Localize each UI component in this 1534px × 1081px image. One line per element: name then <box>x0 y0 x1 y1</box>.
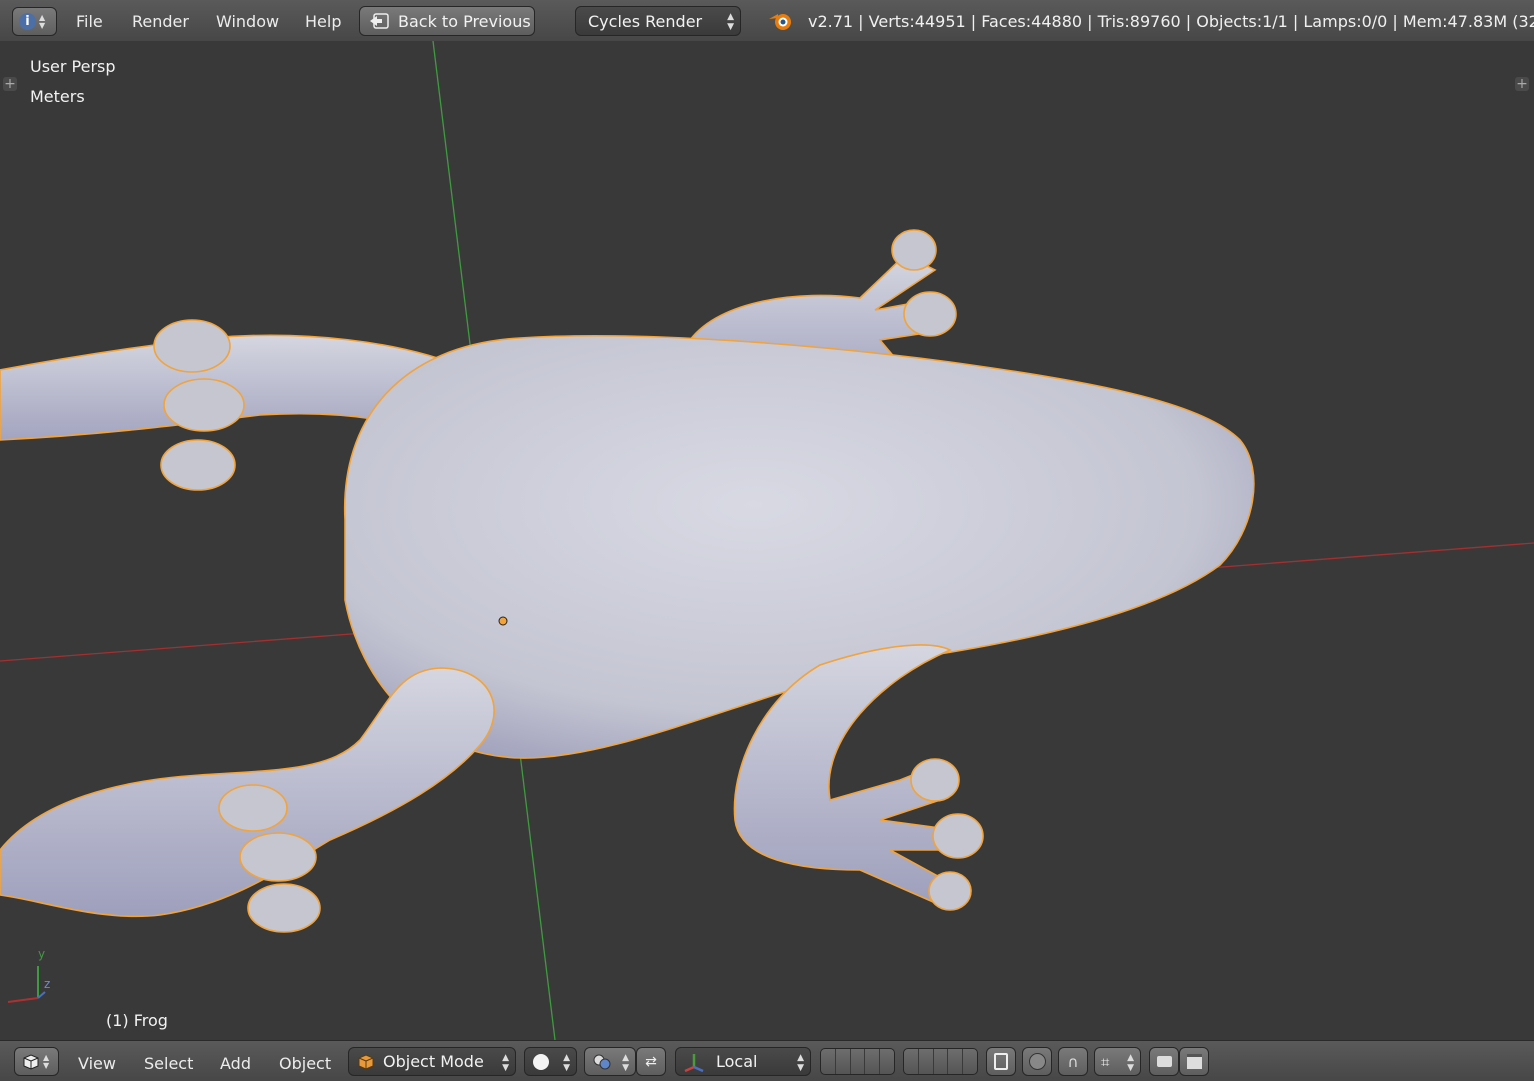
proportional-edit-button[interactable]: ∩ <box>1058 1047 1088 1076</box>
layer-icon <box>851 1049 866 1074</box>
chevron-updown-icon: ▲ ▼ <box>502 1053 509 1073</box>
chevron-updown-icon: ▲ ▼ <box>727 12 734 32</box>
chevron-updown-icon: ▲ ▼ <box>563 1053 570 1073</box>
object-origin[interactable] <box>498 616 508 626</box>
camera-icon <box>1156 1056 1172 1067</box>
chevron-updown-icon: ▲ ▼ <box>622 1053 629 1073</box>
scene-canvas <box>0 41 1534 1040</box>
active-object-label: (1) Frog <box>106 1011 168 1030</box>
frog-mesh[interactable] <box>0 229 1255 933</box>
menu-render[interactable]: Render <box>132 12 189 31</box>
layer-icon <box>934 1049 949 1074</box>
transform-orientation-dropdown[interactable]: Local ▲ ▼ <box>675 1047 811 1076</box>
pivot-point-dropdown[interactable]: ▲ ▼ <box>584 1047 636 1076</box>
magnet-icon: ∩ <box>1067 1052 1079 1071</box>
blender-logo-icon <box>769 14 791 30</box>
menu-file[interactable]: File <box>76 12 103 31</box>
info-header: i ▲ ▼ File Render Window Help Back to Pre… <box>0 0 1534 42</box>
layer-buttons-right[interactable] <box>903 1048 978 1075</box>
axis-z-label: z <box>44 977 51 991</box>
lock-layers-button[interactable] <box>986 1047 1016 1076</box>
layer-buttons-left[interactable] <box>820 1048 895 1075</box>
layer-icon <box>948 1049 964 1074</box>
transform-orientation-label: Local <box>716 1052 758 1071</box>
transform-axis-icon <box>684 1053 704 1072</box>
lock-icon <box>994 1053 1008 1070</box>
chevron-updown-icon: ▲ ▼ <box>43 1052 50 1070</box>
layer-icon <box>904 1049 919 1074</box>
3d-view-icon <box>23 1053 39 1070</box>
manipulator-icon: ⇄ <box>645 1053 657 1070</box>
menu-window[interactable]: Window <box>216 12 279 31</box>
clapperboard-icon <box>1186 1054 1202 1069</box>
solid-shading-icon <box>533 1053 549 1070</box>
render-circle-icon <box>1028 1053 1046 1070</box>
snap-element-dropdown[interactable]: ⌗ ▲ ▼ <box>1094 1047 1141 1076</box>
pivot-point-icon <box>593 1054 611 1069</box>
back-to-previous-label: Back to Previous <box>398 11 531 31</box>
chevron-updown-icon: ▲ ▼ <box>797 1053 804 1073</box>
mode-dropdown[interactable]: Object Mode ▲ ▼ <box>348 1047 516 1076</box>
menu-view[interactable]: View <box>78 1054 116 1073</box>
layer-icon <box>836 1049 851 1074</box>
back-arrow-icon <box>370 13 389 29</box>
snap-increment-icon: ⌗ <box>1101 1052 1110 1071</box>
chevron-updown-icon: ▲ ▼ <box>39 12 46 30</box>
info-icon: i <box>19 13 36 30</box>
menu-add[interactable]: Add <box>220 1054 251 1073</box>
opengl-render-button[interactable] <box>1149 1047 1179 1076</box>
chevron-updown-icon: ▲ ▼ <box>1127 1053 1134 1073</box>
menu-help[interactable]: Help <box>305 12 341 31</box>
layer-icon <box>963 1049 977 1074</box>
menu-select[interactable]: Select <box>144 1054 193 1073</box>
viewport-shading-dropdown[interactable]: ▲ ▼ <box>524 1047 577 1076</box>
render-border-button[interactable] <box>1022 1047 1052 1076</box>
layer-icon <box>865 1049 881 1074</box>
render-engine-label: Cycles Render <box>588 11 703 31</box>
3d-view-header: ▲ ▼ View Select Add Object Object Mode ▲ ▼… <box>0 1040 1534 1081</box>
manipulator-toggle[interactable]: ⇄ <box>636 1047 666 1076</box>
editor-type-button[interactable]: i ▲ ▼ <box>12 7 57 36</box>
back-to-previous-button[interactable]: Back to Previous <box>359 6 535 36</box>
scene-statistics: v2.71 | Verts:44951 | Faces:44880 | Tris… <box>808 12 1534 31</box>
editor-type-button[interactable]: ▲ ▼ <box>14 1047 59 1076</box>
mode-label: Object Mode <box>383 1052 484 1071</box>
layer-icon <box>821 1049 836 1074</box>
render-engine-dropdown[interactable]: Cycles Render ▲ ▼ <box>575 6 741 36</box>
axis-gizmo <box>7 966 46 1003</box>
layer-icon <box>919 1049 934 1074</box>
opengl-animation-button[interactable] <box>1179 1047 1209 1076</box>
object-cube-icon <box>358 1053 374 1070</box>
layer-icon <box>880 1049 894 1074</box>
axis-y-label: y <box>38 947 46 961</box>
3d-viewport[interactable]: User Persp Meters + + y z (1) Frog <box>0 41 1534 1040</box>
menu-object[interactable]: Object <box>279 1054 331 1073</box>
